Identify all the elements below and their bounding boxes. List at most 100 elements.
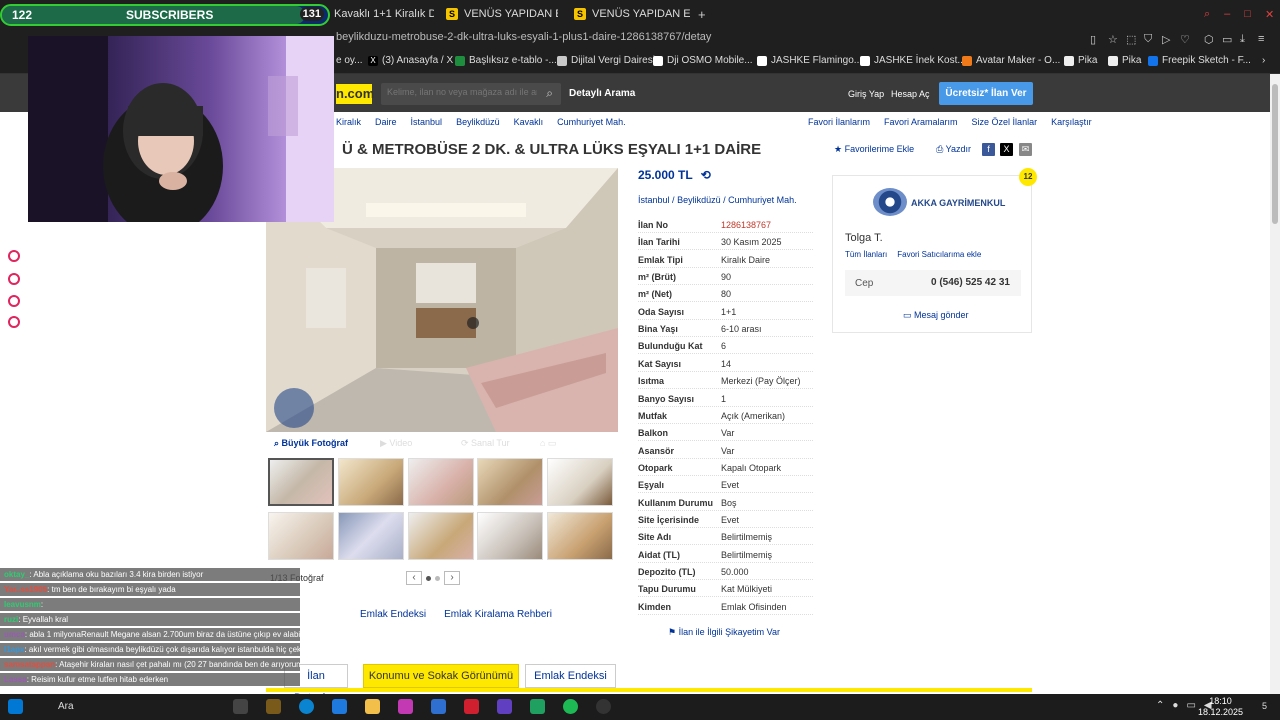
extensions-icon[interactable]: ⬡ bbox=[1204, 33, 1214, 46]
chat-username[interactable]: samsatappan bbox=[4, 660, 55, 669]
reader-icon[interactable]: ▯ bbox=[1090, 33, 1096, 46]
location-neighborhood[interactable]: Cumhuriyet Mah. bbox=[728, 195, 797, 205]
opera-icon[interactable] bbox=[464, 699, 479, 714]
favorite-seller-link[interactable]: Favori Satıcılarıma ekle bbox=[897, 250, 981, 259]
photo-thumbnail[interactable] bbox=[408, 458, 474, 506]
compare-link[interactable]: Karşılaştır bbox=[1051, 117, 1092, 127]
bookmark-item[interactable]: Pika bbox=[1108, 55, 1141, 66]
copilot-icon[interactable] bbox=[398, 699, 413, 714]
real-estate-index-link[interactable]: Emlak Endeksi bbox=[360, 609, 426, 620]
app-icon[interactable] bbox=[497, 699, 512, 714]
big-photo-button[interactable]: ⌕ Büyük Fotoğraf bbox=[274, 438, 348, 449]
agency-name[interactable]: AKKA GAYRİMENKUL bbox=[911, 198, 1005, 208]
print-link[interactable]: ⎙ Yazdır bbox=[936, 144, 971, 155]
search-icon[interactable]: ⌕ bbox=[546, 86, 553, 101]
favorite-searches-link[interactable]: Favori Aramalarım bbox=[884, 117, 958, 127]
bookmark-item[interactable]: Dijital Vergi Dairesi bbox=[557, 55, 655, 66]
breadcrumb-item[interactable]: Cumhuriyet Mah. bbox=[557, 117, 626, 127]
photo-thumbnail[interactable] bbox=[547, 458, 613, 506]
register-link[interactable]: Hesap Aç bbox=[891, 89, 930, 99]
maximize-icon[interactable]: □ bbox=[1244, 8, 1251, 20]
breadcrumb-item[interactable]: Kavaklı bbox=[514, 117, 544, 127]
browser-tab[interactable]: Kavaklı 1+1 Kiralık Daire F bbox=[334, 4, 434, 24]
search-tabs-icon[interactable]: ⌕ bbox=[1204, 8, 1210, 21]
chat-username[interactable]: umca bbox=[4, 630, 25, 639]
photo-thumbnail[interactable] bbox=[477, 458, 543, 506]
download-icon[interactable]: ⤓ bbox=[1240, 33, 1245, 46]
tab-location-street-view[interactable]: Konumu ve Sokak Görünümü bbox=[363, 664, 519, 688]
bookmark-item[interactable]: Başlıksız e-tablo -... bbox=[455, 55, 557, 66]
breadcrumb-item[interactable]: Kiralık bbox=[336, 117, 361, 127]
login-link[interactable]: Giriş Yap bbox=[848, 89, 884, 99]
url-text[interactable]: beylikduzu-metrobuse-2-dk-ultra-luks-esy… bbox=[336, 31, 711, 43]
chat-username[interactable]: Lassa bbox=[4, 675, 27, 684]
heart-icon[interactable]: ♡ bbox=[1180, 33, 1190, 46]
chat-username[interactable]: Yar..ss1905 bbox=[4, 585, 47, 594]
all-ads-link[interactable]: Tüm İlanları bbox=[845, 250, 887, 259]
spotify-icon[interactable] bbox=[563, 699, 578, 714]
photo-thumbnail[interactable] bbox=[547, 512, 613, 560]
browser-tab[interactable]: S VENÜS YAPIDAN E5 YAN bbox=[574, 4, 690, 24]
x-share-icon[interactable]: X bbox=[1000, 143, 1013, 156]
next-page-button[interactable]: › bbox=[444, 571, 460, 585]
email-share-icon[interactable]: ✉ bbox=[1019, 143, 1032, 156]
bookmark-item[interactable]: X (3) Anasayfa / X bbox=[368, 55, 453, 66]
photo-thumbnail[interactable] bbox=[477, 512, 543, 560]
close-icon[interactable]: ✕ bbox=[1265, 8, 1274, 21]
clock-icon[interactable] bbox=[8, 273, 20, 285]
prev-page-button[interactable]: ‹ bbox=[406, 571, 422, 585]
special-ads-link[interactable]: Size Özel İlanlar bbox=[972, 117, 1038, 127]
browser-tab[interactable]: S VENÜS YAPIDAN E5 YAN bbox=[446, 4, 558, 24]
bookmark-item[interactable]: e oy... bbox=[336, 55, 363, 66]
chat-bubble-icon[interactable] bbox=[8, 295, 20, 307]
minimize-icon[interactable]: – bbox=[1224, 8, 1230, 20]
breadcrumb-item[interactable]: Beylikdüzü bbox=[456, 117, 500, 127]
send-message-link[interactable]: ▭ Mesaj gönder bbox=[903, 310, 969, 321]
menu-icon[interactable]: ≡ bbox=[1258, 33, 1264, 45]
photo-thumbnail[interactable] bbox=[338, 512, 404, 560]
site-logo[interactable]: n.com bbox=[336, 84, 374, 104]
scroll-thumb[interactable] bbox=[1272, 84, 1278, 224]
taskbar-clock[interactable]: 18:10 18.12.2025 bbox=[1198, 696, 1243, 718]
screenshot-icon[interactable]: ⬚ bbox=[1126, 33, 1136, 46]
photo-thumbnail[interactable] bbox=[268, 512, 334, 560]
app-icon[interactable] bbox=[530, 699, 545, 714]
file-explorer-icon[interactable] bbox=[365, 699, 380, 714]
bookmark-item[interactable]: Pika bbox=[1064, 55, 1097, 66]
detail-value[interactable]: 1286138767 bbox=[721, 220, 771, 230]
breadcrumb-item[interactable]: İstanbul bbox=[411, 117, 443, 127]
network-icon[interactable]: ▭ bbox=[1186, 700, 1195, 711]
gear-icon[interactable] bbox=[8, 316, 20, 328]
bookmark-star-icon[interactable]: ☆ bbox=[1108, 33, 1118, 46]
bookmark-item[interactable]: JASHKE İnek Kost... bbox=[860, 55, 966, 66]
breadcrumb-item[interactable]: Daire bbox=[375, 117, 397, 127]
photo-thumbnail[interactable] bbox=[408, 512, 474, 560]
chevron-up-icon[interactable]: ⌃ bbox=[1156, 700, 1164, 711]
store-icon[interactable] bbox=[332, 699, 347, 714]
location-city[interactable]: İstanbul bbox=[638, 195, 670, 205]
photo-thumbnail[interactable] bbox=[338, 458, 404, 506]
rental-guide-link[interactable]: Emlak Kiralama Rehberi bbox=[444, 609, 552, 620]
mic-icon[interactable]: ● bbox=[1172, 700, 1178, 711]
more-bookmarks-icon[interactable]: › bbox=[1262, 55, 1265, 66]
app-icon[interactable] bbox=[266, 699, 281, 714]
new-tab-button[interactable]: + bbox=[698, 4, 710, 24]
window-controls[interactable]: ⌕ – □ ✕ bbox=[1204, 4, 1274, 24]
bookmark-item[interactable]: Freepik Sketch - F... bbox=[1148, 55, 1251, 66]
chat-username[interactable]: l1apx bbox=[4, 645, 24, 654]
detailed-search-link[interactable]: Detaylı Arama bbox=[569, 88, 635, 99]
phone-number[interactable]: 0 (546) 525 42 31 bbox=[931, 277, 1010, 288]
obs-icon[interactable] bbox=[596, 699, 611, 714]
task-view-icon[interactable] bbox=[233, 699, 248, 714]
favorite-ads-link[interactable]: Favori İlanlarım bbox=[808, 117, 870, 127]
record-icon[interactable] bbox=[8, 250, 20, 262]
start-icon[interactable] bbox=[8, 699, 23, 714]
post-ad-button[interactable]: Ücretsiz* İlan Ver bbox=[939, 82, 1033, 105]
wallet-icon[interactable]: ▭ bbox=[1222, 33, 1232, 46]
edge-icon[interactable] bbox=[299, 699, 314, 714]
facebook-share-icon[interactable]: f bbox=[982, 143, 995, 156]
bookmark-item[interactable]: JASHKE Flamingo... bbox=[757, 55, 862, 66]
taskbar-search[interactable]: Ara bbox=[58, 701, 74, 712]
price-history-icon[interactable]: ⟲ bbox=[701, 168, 711, 182]
page-dot[interactable] bbox=[435, 575, 440, 581]
